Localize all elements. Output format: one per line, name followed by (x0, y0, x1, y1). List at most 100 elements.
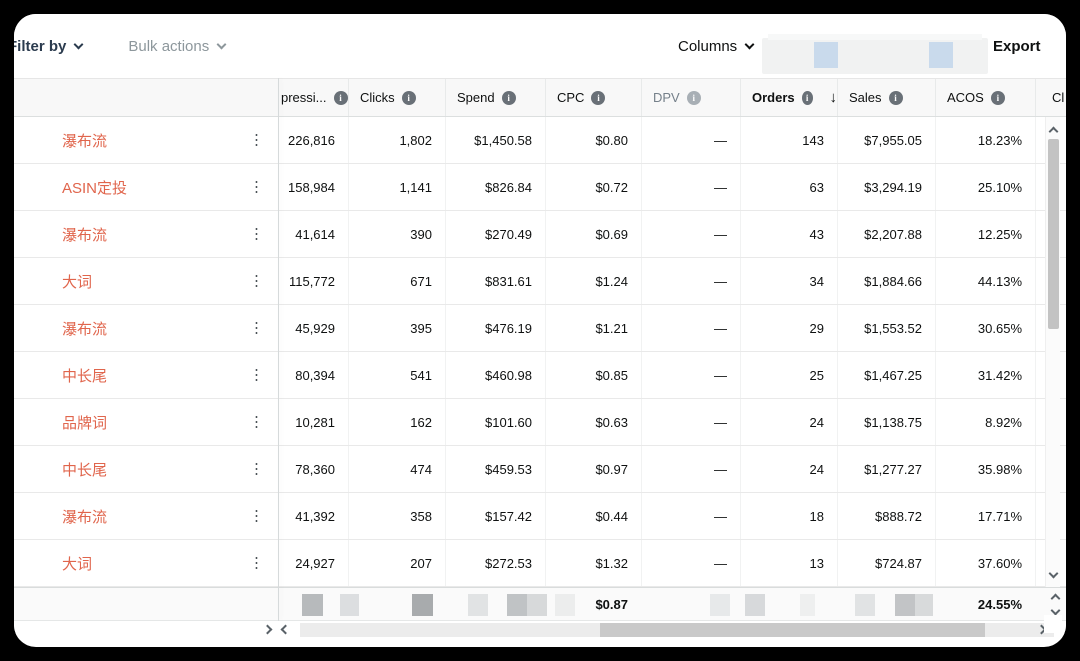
scroll-up-icon[interactable] (1046, 121, 1060, 137)
dpv-cell: — (641, 540, 740, 586)
vertical-scrollbar[interactable] (1045, 117, 1060, 587)
dpv-cell: — (641, 305, 740, 351)
redaction-block (468, 594, 488, 616)
vscroll-thumb[interactable] (1048, 139, 1059, 329)
campaign-link[interactable]: 瀑布流 (62, 224, 107, 245)
kebab-menu-icon[interactable]: ⋮ (249, 321, 264, 336)
scroll-left-icon[interactable] (278, 621, 292, 637)
info-icon[interactable]: i (402, 91, 416, 105)
pinned-column-divider (278, 78, 279, 621)
campaign-link[interactable]: 瀑布流 (62, 506, 107, 527)
acos-cell: 12.25% (935, 211, 1035, 257)
header-dpv[interactable]: DPV i (641, 79, 740, 116)
table-body: 瀑布流 ⋮ 226,816 1,802 $1,450.58 $0.80 — 14… (14, 117, 1066, 587)
spend-cell: $1,450.58 (445, 117, 545, 163)
header-cpc[interactable]: CPC i (545, 79, 641, 116)
acos-cell: 35.98% (935, 446, 1035, 492)
impressions-cell: 45,929 (278, 305, 348, 351)
kebab-menu-icon[interactable]: ⋮ (249, 180, 264, 195)
kebab-menu-icon[interactable]: ⋮ (249, 368, 264, 383)
impressions-cell: 41,392 (278, 493, 348, 539)
kebab-menu-icon[interactable]: ⋮ (249, 556, 264, 571)
table-row[interactable]: 瀑布流 ⋮ 45,929 395 $476.19 $1.21 — 29 $1,5… (14, 305, 1066, 352)
table-row[interactable]: 瀑布流 ⋮ 41,614 390 $270.49 $0.69 — 43 $2,2… (14, 211, 1066, 258)
kebab-menu-icon[interactable]: ⋮ (249, 274, 264, 289)
orders-cell: 24 (740, 446, 837, 492)
info-icon[interactable]: i (687, 91, 701, 105)
table-row[interactable]: 中长尾 ⋮ 78,360 474 $459.53 $0.97 — 24 $1,2… (14, 446, 1066, 493)
table-row[interactable]: ASIN定投 ⋮ 158,984 1,141 $826.84 $0.72 — 6… (14, 164, 1066, 211)
campaign-link[interactable]: 瀑布流 (62, 130, 107, 151)
header-orders[interactable]: Orders i ↓ (740, 79, 837, 116)
orders-cell: 29 (740, 305, 837, 351)
sales-cell: $3,294.19 (837, 164, 935, 210)
info-icon[interactable]: i (889, 91, 903, 105)
kebab-menu-icon[interactable]: ⋮ (249, 509, 264, 524)
campaign-link[interactable]: 中长尾 (62, 365, 107, 386)
redaction-block (527, 594, 547, 616)
campaign-link[interactable]: 瀑布流 (62, 318, 107, 339)
table-row[interactable]: 瀑布流 ⋮ 41,392 358 $157.42 $0.44 — 18 $888… (14, 493, 1066, 540)
kebab-menu-icon[interactable]: ⋮ (249, 227, 264, 242)
campaign-link[interactable]: ASIN定投 (62, 177, 127, 198)
date-range-redacted[interactable] (762, 38, 988, 74)
sales-cell: $7,955.05 (837, 117, 935, 163)
cpc-cell: $0.72 (545, 164, 641, 210)
impressions-cell: 115,772 (278, 258, 348, 304)
header-spend[interactable]: Spend i (445, 79, 545, 116)
spend-cell: $476.19 (445, 305, 545, 351)
clicks-cell: 207 (348, 540, 445, 586)
bulk-actions-button[interactable]: Bulk actions (128, 38, 225, 55)
kebab-menu-icon[interactable]: ⋮ (249, 415, 264, 430)
redaction-block (915, 594, 933, 616)
scroll-up-icon[interactable] (1048, 588, 1062, 604)
sales-cell: $1,467.25 (837, 352, 935, 398)
campaign-link[interactable]: 中长尾 (62, 459, 107, 480)
acos-cell: 8.92% (935, 399, 1035, 445)
campaign-link[interactable]: 大词 (62, 553, 92, 574)
cpc-cell: $0.80 (545, 117, 641, 163)
sort-desc-icon[interactable]: ↓ (830, 89, 838, 106)
spend-cell: $459.53 (445, 446, 545, 492)
kebab-menu-icon[interactable]: ⋮ (249, 133, 264, 148)
info-icon[interactable]: i (591, 91, 605, 105)
campaign-link[interactable]: 大词 (62, 271, 92, 292)
table-row[interactable]: 中长尾 ⋮ 80,394 541 $460.98 $0.85 — 25 $1,4… (14, 352, 1066, 399)
redaction-block (555, 594, 575, 616)
header-acos[interactable]: ACOS i (935, 79, 1035, 116)
clicks-cell: 1,802 (348, 117, 445, 163)
kebab-menu-icon[interactable]: ⋮ (249, 462, 264, 477)
hscroll-thumb[interactable] (600, 623, 985, 637)
toolbar: Filter by Bulk actions Columns Export (14, 14, 1066, 78)
header-clipped-column[interactable]: Cl (1035, 79, 1066, 116)
columns-button[interactable]: Columns (678, 38, 753, 55)
filter-by-button[interactable]: Filter by (14, 38, 82, 55)
table-row[interactable]: 瀑布流 ⋮ 226,816 1,802 $1,450.58 $0.80 — 14… (14, 117, 1066, 164)
spend-cell: $101.60 (445, 399, 545, 445)
acos-cell: 18.23% (935, 117, 1035, 163)
hscroll-track[interactable] (300, 623, 1054, 637)
campaign-name-cell: 瀑布流 ⋮ (14, 493, 278, 539)
impressions-cell: 80,394 (278, 352, 348, 398)
cpc-cell: $1.32 (545, 540, 641, 586)
table-row[interactable]: 品牌词 ⋮ 10,281 162 $101.60 $0.63 — 24 $1,1… (14, 399, 1066, 446)
table-row[interactable]: 大词 ⋮ 115,772 671 $831.61 $1.24 — 34 $1,8… (14, 258, 1066, 305)
export-button[interactable]: Export (993, 38, 1041, 55)
table-row[interactable]: 大词 ⋮ 24,927 207 $272.53 $1.32 — 13 $724.… (14, 540, 1066, 587)
impressions-cell: 78,360 (278, 446, 348, 492)
header-impressions[interactable]: pressi... i (278, 79, 348, 116)
info-icon[interactable]: i (334, 91, 348, 105)
scroll-down-icon[interactable] (1046, 567, 1060, 583)
header-clicks[interactable]: Clicks i (348, 79, 445, 116)
cpc-cell: $0.63 (545, 399, 641, 445)
info-icon[interactable]: i (502, 91, 516, 105)
info-icon[interactable]: i (991, 91, 1005, 105)
sales-cell: $1,277.27 (837, 446, 935, 492)
columns-label: Columns (678, 38, 737, 55)
expand-pinned-column-icon[interactable] (260, 621, 274, 637)
impressions-cell: 24,927 (278, 540, 348, 586)
campaign-link[interactable]: 品牌词 (62, 412, 107, 433)
scrollbar-corner (1044, 615, 1062, 633)
header-sales[interactable]: Sales i (837, 79, 935, 116)
info-icon[interactable]: i (802, 91, 813, 105)
